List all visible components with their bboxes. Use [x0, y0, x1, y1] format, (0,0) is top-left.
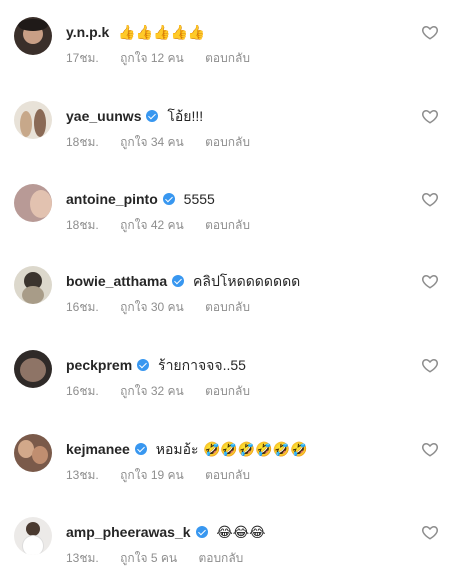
username[interactable]: bowie_atthama — [66, 273, 167, 289]
comment-line: peckprem ร้ายกาจจจ..55 — [66, 356, 246, 374]
comment-line: antoine_pinto 5555 — [66, 190, 215, 208]
username[interactable]: y.n.p.k — [66, 24, 109, 40]
verified-badge-icon — [134, 443, 147, 455]
heart-icon[interactable] — [421, 356, 439, 374]
heart-icon[interactable] — [421, 523, 439, 541]
heart-icon[interactable] — [421, 23, 439, 41]
timestamp: 13ชม. — [66, 468, 99, 482]
comment-meta: 16ชม. ถูกใจ 30 คน ตอบกลับ — [66, 300, 268, 314]
comment-line: bowie_atthama คลิปโหดดดดดดด — [66, 272, 300, 290]
comment-text: หอมอ้ะ 🤣🤣🤣🤣🤣🤣 — [155, 442, 308, 458]
verified-badge-icon — [146, 110, 159, 122]
timestamp: 17ชม. — [66, 51, 99, 65]
verified-badge-icon — [162, 193, 175, 205]
reply-button[interactable]: ตอบกลับ — [205, 135, 250, 149]
comment-item: bowie_atthama คลิปโหดดดดดดด 16ชม. ถูกใจ … — [0, 262, 463, 332]
likes-count[interactable]: ถูกใจ 42 คน — [120, 218, 184, 232]
comment-text: คลิปโหดดดดดดด — [193, 273, 301, 289]
likes-count[interactable]: ถูกใจ 30 คน — [120, 300, 184, 314]
heart-icon[interactable] — [421, 440, 439, 458]
comment-list: y.n.p.k 👍👍👍👍👍 17ชม. ถูกใจ 12 คน ตอบกลับ … — [0, 0, 463, 583]
comment-meta: 18ชม. ถูกใจ 42 คน ตอบกลับ — [66, 218, 268, 232]
verified-badge-icon — [195, 526, 208, 538]
avatar[interactable] — [14, 17, 52, 55]
comment-text: 👍👍👍👍👍 — [118, 25, 206, 41]
verified-badge-icon — [172, 275, 185, 287]
comment-item: antoine_pinto 5555 18ชม. ถูกใจ 42 คน ตอบ… — [0, 180, 463, 250]
reply-button[interactable]: ตอบกลับ — [205, 300, 250, 314]
comment-line: kejmanee หอมอ้ะ 🤣🤣🤣🤣🤣🤣 — [66, 440, 308, 459]
timestamp: 13ชม. — [66, 551, 99, 565]
heart-icon[interactable] — [421, 107, 439, 125]
comment-text: 5555 — [183, 191, 215, 207]
reply-button[interactable]: ตอบกลับ — [205, 51, 250, 65]
comment-text: โอ้ย!!! — [167, 108, 204, 124]
reply-button[interactable]: ตอบกลับ — [205, 384, 250, 398]
comment-line: yae_uunws โอ้ย!!! — [66, 107, 203, 125]
comment-meta: 17ชม. ถูกใจ 12 คน ตอบกลับ — [66, 51, 268, 65]
username[interactable]: antoine_pinto — [66, 191, 158, 207]
likes-count[interactable]: ถูกใจ 34 คน — [120, 135, 184, 149]
reply-button[interactable]: ตอบกลับ — [198, 551, 243, 565]
likes-count[interactable]: ถูกใจ 32 คน — [120, 384, 184, 398]
timestamp: 18ชม. — [66, 218, 99, 232]
comment-meta: 18ชม. ถูกใจ 34 คน ตอบกลับ — [66, 135, 268, 149]
avatar[interactable] — [14, 350, 52, 388]
username[interactable]: kejmanee — [66, 441, 130, 457]
comment-meta: 13ชม. ถูกใจ 5 คน ตอบกลับ — [66, 551, 261, 565]
comment-item: peckprem ร้ายกาจจจ..55 16ชม. ถูกใจ 32 คน… — [0, 346, 463, 416]
comment-item: amp_pheerawas_k 😂😂😂 13ชม. ถูกใจ 5 คน ตอบ… — [0, 513, 463, 583]
username[interactable]: peckprem — [66, 357, 132, 373]
heart-icon[interactable] — [421, 272, 439, 290]
reply-button[interactable]: ตอบกลับ — [205, 468, 250, 482]
comment-meta: 16ชม. ถูกใจ 32 คน ตอบกลับ — [66, 384, 268, 398]
comment-item: yae_uunws โอ้ย!!! 18ชม. ถูกใจ 34 คน ตอบก… — [0, 97, 463, 167]
comment-item: kejmanee หอมอ้ะ 🤣🤣🤣🤣🤣🤣 13ชม. ถูกใจ 19 คน… — [0, 430, 463, 500]
likes-count[interactable]: ถูกใจ 19 คน — [120, 468, 184, 482]
avatar[interactable] — [14, 101, 52, 139]
avatar[interactable] — [14, 266, 52, 304]
comment-line: y.n.p.k 👍👍👍👍👍 — [66, 23, 205, 42]
timestamp: 16ชม. — [66, 300, 99, 314]
heart-icon[interactable] — [421, 190, 439, 208]
username[interactable]: yae_uunws — [66, 108, 141, 124]
username[interactable]: amp_pheerawas_k — [66, 524, 191, 540]
avatar[interactable] — [14, 434, 52, 472]
avatar[interactable] — [14, 184, 52, 222]
reply-button[interactable]: ตอบกลับ — [205, 218, 250, 232]
comment-text: 😂😂😂 — [216, 525, 266, 541]
comment-meta: 13ชม. ถูกใจ 19 คน ตอบกลับ — [66, 468, 268, 482]
comment-text: ร้ายกาจจจ..55 — [158, 357, 246, 373]
likes-count[interactable]: ถูกใจ 5 คน — [120, 551, 177, 565]
timestamp: 18ชม. — [66, 135, 99, 149]
comment-item: y.n.p.k 👍👍👍👍👍 17ชม. ถูกใจ 12 คน ตอบกลับ — [0, 13, 463, 83]
verified-badge-icon — [137, 359, 150, 371]
likes-count[interactable]: ถูกใจ 12 คน — [120, 51, 184, 65]
avatar[interactable] — [14, 517, 52, 555]
timestamp: 16ชม. — [66, 384, 99, 398]
comment-line: amp_pheerawas_k 😂😂😂 — [66, 523, 266, 542]
